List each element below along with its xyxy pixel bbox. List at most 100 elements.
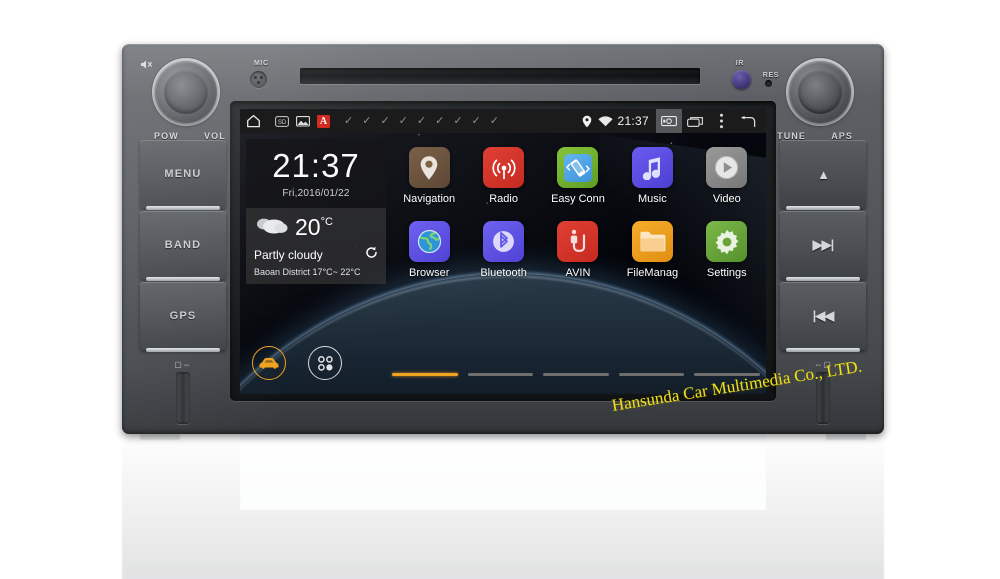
- app-file-manager[interactable]: FileManag: [616, 221, 688, 279]
- cloud-icon: [254, 215, 288, 241]
- app-label: Video: [712, 193, 741, 205]
- gps-button[interactable]: GPS: [140, 282, 226, 352]
- weather-unit: °C: [320, 216, 333, 228]
- app-bluetooth[interactable]: Bluetooth: [468, 221, 540, 279]
- eject-button[interactable]: ▲: [780, 140, 866, 210]
- app-easy-conn[interactable]: Easy Conn: [542, 147, 614, 205]
- screenshot-stage: POW VOL MIC IR RES TUNE APS MENU BAND GP…: [0, 0, 1000, 579]
- left-card-slot[interactable]: ▢⇔: [140, 360, 226, 424]
- page-dot-active[interactable]: [392, 372, 458, 376]
- clock-widget-time: 21:37: [272, 147, 360, 184]
- music-note-icon: [631, 147, 673, 188]
- dock: [252, 346, 342, 380]
- app-browser[interactable]: Browser: [393, 221, 465, 279]
- previous-track-button[interactable]: |◀◀: [780, 282, 866, 352]
- location-pin-icon: [582, 115, 592, 128]
- next-track-button[interactable]: ▶▶|: [780, 211, 866, 281]
- app-label: Settings: [706, 267, 747, 279]
- app-radio[interactable]: Radio: [468, 147, 540, 205]
- check-icon: ✓: [453, 114, 463, 127]
- check-icon: ✓: [398, 114, 408, 127]
- page-dot[interactable]: [543, 373, 609, 376]
- app-label: Navigation: [403, 193, 456, 205]
- check-icon: ✓: [435, 114, 445, 127]
- page-dot[interactable]: [467, 373, 534, 376]
- app-badge-icon: A: [317, 114, 330, 128]
- microphone-icon: [250, 71, 267, 88]
- reflection-fade-mask: [122, 440, 884, 575]
- back-arrow-icon[interactable]: [734, 109, 760, 133]
- app-avin[interactable]: AVIN: [542, 221, 614, 279]
- app-label: Radio: [489, 193, 518, 205]
- band-button-label: BAND: [164, 239, 202, 251]
- screenshot-icon[interactable]: [656, 109, 682, 133]
- check-icon: ✓: [489, 114, 499, 127]
- weather-location-range: Baoan District 17°C~ 22°C: [254, 267, 361, 277]
- mic-label: MIC: [254, 60, 269, 67]
- left-slot-opening[interactable]: [176, 372, 190, 424]
- reset-button[interactable]: [765, 80, 772, 87]
- app-label: Easy Conn: [551, 193, 605, 205]
- next-track-icon: ▶▶|: [812, 237, 835, 252]
- left-button-column: MENU BAND GPS ▢⇔: [140, 140, 226, 424]
- clock-widget[interactable]: 21:37 Fri,2016/01/22: [246, 139, 386, 208]
- ir-label: IR: [735, 60, 744, 67]
- check-icon: ✓: [362, 114, 372, 127]
- app-label: Browser: [409, 267, 450, 279]
- weather-widget[interactable]: 20°C Partly cloudy Baoan District 17°C~ …: [246, 208, 386, 284]
- power-volume-knob[interactable]: [155, 61, 217, 123]
- app-grid: Navigation Radio Easy Conn Music Video B…: [392, 139, 764, 279]
- check-icon: ✓: [416, 114, 427, 127]
- video-play-icon: [706, 147, 748, 188]
- reflection-body: [122, 440, 884, 579]
- app-drawer-icon[interactable]: [308, 346, 342, 380]
- app-music[interactable]: Music: [616, 147, 688, 205]
- sd-card-icon: SD: [275, 115, 289, 127]
- menu-button-label: MENU: [164, 168, 202, 180]
- app-video[interactable]: Video: [691, 147, 763, 205]
- app-label: Music: [638, 193, 667, 205]
- check-icon: ✓: [471, 114, 481, 127]
- widget-column: 21:37 Fri,2016/01/22 20°C Partly cloudy …: [246, 139, 386, 284]
- refresh-icon[interactable]: [365, 246, 378, 264]
- eject-icon: ▲: [817, 166, 830, 182]
- page-indicator: [392, 372, 760, 376]
- radio-waves-icon: [483, 147, 525, 188]
- app-label: FileManag: [626, 267, 679, 279]
- page-dot[interactable]: [618, 373, 685, 376]
- app-navigation[interactable]: Navigation: [393, 147, 465, 205]
- gallery-icon: [296, 115, 310, 127]
- app-label: AVIN: [565, 267, 591, 279]
- mute-speaker-icon: [140, 59, 154, 73]
- weather-temperature: 20: [295, 214, 321, 240]
- check-icon: ✓: [380, 114, 390, 127]
- svg-text:SD: SD: [278, 120, 287, 126]
- check-icon-group: ✓ ✓ ✓ ✓ ✓ ✓ ✓ ✓ ✓: [344, 114, 499, 127]
- sd-usb-slot-icon: ▢⇔: [174, 360, 192, 369]
- overflow-menu-icon[interactable]: [708, 109, 734, 133]
- folder-icon: [631, 221, 673, 262]
- avin-plug-icon: [557, 221, 599, 262]
- check-icon: ✓: [344, 114, 354, 127]
- globe-icon: [408, 221, 450, 262]
- app-label: Bluetooth: [480, 267, 527, 279]
- status-bar-clock: 21:37: [617, 114, 649, 128]
- gear-icon: [706, 221, 748, 262]
- clock-widget-date: Fri,2016/01/22: [282, 188, 350, 199]
- android-status-bar: SD A ✓ ✓ ✓ ✓ ✓ ✓ ✓ ✓ ✓ 21:37: [240, 109, 766, 133]
- ir-receiver-icon: [732, 70, 751, 89]
- home-icon[interactable]: [246, 114, 261, 128]
- screen-recess: SD A ✓ ✓ ✓ ✓ ✓ ✓ ✓ ✓ ✓ 21:37 21:37 Fri,2…: [230, 101, 776, 401]
- tune-aps-knob[interactable]: [789, 61, 851, 123]
- touchscreen[interactable]: SD A ✓ ✓ ✓ ✓ ✓ ✓ ✓ ✓ ✓ 21:37 21:37 Fri,2…: [240, 109, 766, 394]
- band-button[interactable]: BAND: [140, 211, 226, 281]
- wifi-icon: [598, 115, 614, 127]
- menu-button[interactable]: MENU: [140, 140, 226, 210]
- bluetooth-icon: [483, 221, 525, 262]
- recents-icon[interactable]: [682, 109, 708, 133]
- car-icon[interactable]: [252, 346, 286, 380]
- res-label: RES: [762, 72, 779, 79]
- app-settings[interactable]: Settings: [691, 221, 763, 279]
- cd-disc-slot[interactable]: [300, 68, 700, 84]
- weather-condition: Partly cloudy: [254, 248, 323, 262]
